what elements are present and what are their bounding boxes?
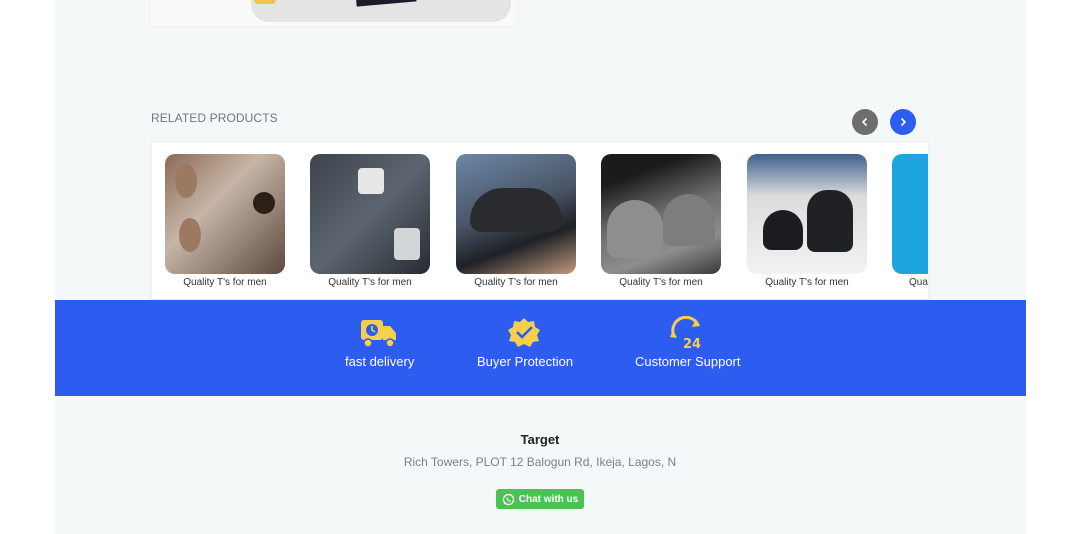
whatsapp-icon: [502, 493, 514, 505]
svg-text:24: 24: [683, 337, 701, 350]
feature-label: Buyer Protection: [477, 354, 574, 369]
product-card[interactable]: Quality T's for men: [309, 154, 431, 288]
chat-with-us-button[interactable]: Chat with us: [496, 489, 584, 509]
feature-fast-delivery: fast delivery: [345, 316, 415, 369]
feature-buyer-protection: Buyer Protection: [477, 316, 574, 369]
feature-label: Customer Support: [635, 354, 741, 369]
product-image[interactable]: [310, 154, 430, 274]
product-title[interactable]: Quality T's for men: [746, 277, 868, 288]
product-image-partial: [151, 0, 514, 25]
carousel-next-button[interactable]: [890, 109, 916, 135]
product-card[interactable]: Quality T's for men: [164, 154, 286, 288]
product-title[interactable]: Quality T's for men: [455, 277, 577, 288]
product-title[interactable]: Quality T's for men: [164, 277, 286, 288]
page: RELATED PRODUCTS Quality T's for men Qua…: [0, 0, 1080, 534]
product-card[interactable]: Quality T's for men: [600, 154, 722, 288]
features-banner: fast delivery Buyer Protection 24 Custom…: [55, 300, 1026, 396]
feature-customer-support: 24 Customer Support: [635, 316, 741, 369]
product-image[interactable]: [165, 154, 285, 274]
product-title[interactable]: Quality T's for men: [309, 277, 431, 288]
product-title[interactable]: Quality T's for men: [600, 277, 722, 288]
delivery-truck-icon: [361, 320, 396, 348]
related-products-title: RELATED PRODUCTS: [151, 111, 278, 125]
main-content: RELATED PRODUCTS Quality T's for men Qua…: [55, 0, 1026, 534]
product-title[interactable]: Qua: [891, 277, 928, 288]
product-image[interactable]: [892, 154, 928, 274]
product-image[interactable]: [601, 154, 721, 274]
product-card[interactable]: Quality T's for men: [746, 154, 868, 288]
feature-label: fast delivery: [345, 354, 415, 369]
chevron-right-icon: [900, 117, 907, 127]
store-name: Target: [520, 432, 560, 447]
store-address: Rich Towers, PLOT 12 Balogun Rd, Ikeja, …: [403, 455, 677, 469]
carousel-prev-button[interactable]: [852, 109, 878, 135]
chevron-left-icon: [861, 117, 868, 127]
badge-check-icon: [508, 318, 540, 347]
product-card[interactable]: Qua: [891, 154, 928, 288]
related-products-carousel: Quality T's for men Quality T's for men …: [151, 141, 929, 300]
support-24-icon: 24: [670, 316, 701, 350]
product-image[interactable]: [456, 154, 576, 274]
product-card[interactable]: Quality T's for men: [455, 154, 577, 288]
product-image[interactable]: [747, 154, 867, 274]
chat-label: Chat with us: [518, 493, 579, 505]
